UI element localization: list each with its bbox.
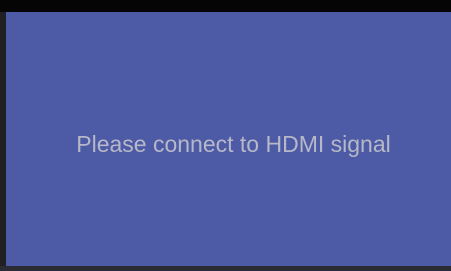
display-screenshot: Please connect to HDMI signal [0,0,451,271]
no-signal-message: Please connect to HDMI signal [76,130,391,157]
top-bezel [0,0,451,12]
bottom-bezel [0,266,451,271]
no-signal-screen: Please connect to HDMI signal [6,12,451,266]
